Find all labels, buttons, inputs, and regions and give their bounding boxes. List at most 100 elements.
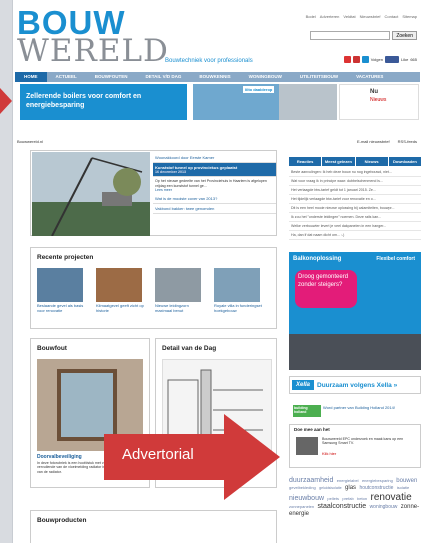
list-item[interactable]: Welke verbouwter levert je veel dakpanel… bbox=[289, 222, 421, 231]
partner-block[interactable]: building holland Word partner van Buildi… bbox=[289, 404, 421, 422]
comment-list: Beste aanvulingen: Ik heb deze bouw nu n… bbox=[289, 168, 421, 240]
featured-list: Woonakkoord door Eerste Kamer Kunststof … bbox=[153, 153, 276, 215]
nav-bouwfouten[interactable]: BOUWFOUTEN bbox=[86, 72, 137, 82]
featured-item[interactable]: Wat is de mooiste cover van 2013? bbox=[153, 194, 276, 205]
tag[interactable]: pellets bbox=[327, 496, 339, 501]
promo-block: Doe mee aan het Bouwwereld EPC onderzoek… bbox=[289, 424, 421, 468]
bouwproducten-title: Bouwproducten bbox=[37, 517, 87, 524]
banner-remeha[interactable]: lilto daalderop bbox=[193, 84, 279, 120]
partner-text: Word partner van Building Holland 2014! bbox=[323, 405, 395, 410]
nav-woningbouw[interactable]: WONINGBOUW bbox=[240, 72, 291, 82]
top-link[interactable]: Adverteren bbox=[320, 14, 340, 19]
tag[interactable]: bouwen bbox=[396, 478, 417, 484]
tv-image bbox=[296, 437, 318, 455]
tag-cloud: duurzaamheid energielabel energiebespari… bbox=[289, 477, 421, 518]
list-item[interactable]: Het verlaagde btw-tarief geldt tot 1 jan… bbox=[289, 186, 421, 195]
banner-hardware-sub: Nieuws bbox=[370, 97, 387, 103]
tag[interactable]: zonnepanelen bbox=[289, 504, 314, 510]
nav-bouwkennis[interactable]: BOUWKENNIS bbox=[190, 72, 239, 82]
crane-photo bbox=[32, 152, 150, 236]
nav-home[interactable]: HOME bbox=[15, 72, 47, 82]
featured-item-title: Vakbond bakker: twee genomden bbox=[155, 206, 215, 212]
newsletter-link[interactable]: E-mail nieuwsbrief bbox=[357, 139, 390, 144]
volgen-label[interactable]: Volgen bbox=[371, 57, 383, 62]
rss-link[interactable]: RSS-feeds bbox=[398, 139, 417, 144]
list-item[interactable]: Beste aanvulingen: Ik heb deze bouw nu n… bbox=[289, 168, 421, 177]
tag[interactable]: staalconstructie bbox=[318, 503, 367, 510]
top-link[interactable]: Veldtat bbox=[343, 14, 355, 19]
featured-item-active[interactable]: Kunststof tunnel op provinciekus geplaat… bbox=[153, 163, 276, 178]
featured-item[interactable]: Woonakkoord door Eerste Kamer bbox=[153, 153, 276, 163]
top-link[interactable]: Contact bbox=[385, 14, 399, 19]
feed-links: E-mail nieuwsbrief RSS-feeds bbox=[357, 139, 417, 144]
xella-text: Duurzaam volgens Xella » bbox=[317, 381, 398, 389]
featured-read-more[interactable]: Lees meer bbox=[155, 188, 274, 192]
nav-utiliteitsbouw[interactable]: UTILITEITSBOUW bbox=[291, 72, 347, 82]
tab-reacties[interactable]: Reacties bbox=[289, 157, 322, 166]
logo-wereld[interactable]: WERELD bbox=[17, 36, 169, 67]
arrow-left-icon bbox=[0, 88, 12, 114]
banner-boiler-image[interactable] bbox=[279, 84, 337, 120]
featured-item-body: Op het nieuwe gedeelte van het Provincie… bbox=[153, 177, 276, 194]
twitter-icon[interactable] bbox=[361, 56, 369, 63]
tag[interactable]: geluidsisolatie bbox=[319, 486, 342, 490]
tag[interactable]: nieuwbouw bbox=[289, 495, 324, 502]
banner-boilers[interactable]: Zellerende boilers voor comfort en energ… bbox=[20, 84, 187, 120]
tab-nieuws[interactable]: Nieuws bbox=[355, 157, 388, 166]
tab-meest-gelezen[interactable]: Meest gelezen bbox=[322, 157, 355, 166]
project-card[interactable]: Beslaande gevel als basis voor renovatie bbox=[37, 268, 89, 314]
project-image bbox=[37, 268, 83, 302]
list-item[interactable]: Ik zou het "onderste leidingen" noemen. … bbox=[289, 213, 421, 222]
nav-actueel[interactable]: ACTUEEL bbox=[47, 72, 86, 82]
tag[interactable]: isolatie bbox=[397, 485, 409, 490]
tag[interactable]: energiebesparing bbox=[362, 478, 393, 483]
breadcrumb[interactable]: Bouwwereld.nl bbox=[17, 139, 43, 144]
project-card[interactable]: Royale villa in funderingset hoekgebouw bbox=[214, 268, 266, 314]
featured-item-title: Wat is de mooiste cover van 2013? bbox=[155, 196, 218, 202]
nav-vacatures[interactable]: VACATURES bbox=[347, 72, 392, 82]
recent-projects-title: Recente projecten bbox=[37, 254, 94, 261]
bouwfout-title: Bouwfout bbox=[37, 345, 67, 352]
search-input[interactable] bbox=[310, 31, 391, 40]
main-nav: HOME ACTUEEL BOUWFOUTEN DETAIL V/D DAG B… bbox=[15, 72, 420, 82]
featured-image[interactable] bbox=[32, 152, 150, 236]
like-label[interactable]: Like bbox=[401, 57, 408, 62]
ad-xella[interactable]: Xella Duurzaam volgens Xella » bbox=[289, 376, 421, 394]
nav-detail[interactable]: DETAIL V/D DAG bbox=[137, 72, 191, 82]
project-title: Beslaande gevel als basis voor renovatie bbox=[37, 303, 84, 313]
ad-bubble: Droog gemonteerd zonder steigers? bbox=[295, 270, 357, 308]
project-card[interactable]: Klimaatgevel geeft zicht op historie bbox=[96, 268, 148, 314]
top-link[interactable]: Bodel bbox=[306, 14, 316, 19]
project-card[interactable]: Nieuwe leidingzorn maximaal benut bbox=[155, 268, 207, 314]
tag[interactable]: energielabel bbox=[337, 478, 359, 483]
tag[interactable]: beton bbox=[357, 496, 367, 501]
bouwfout-item-title[interactable]: Doorvalbeveiliging bbox=[37, 454, 82, 460]
tag[interactable]: duurzaamheid bbox=[289, 477, 333, 484]
list-item[interactable]: Dit is een heel mooie nieuwe oplossing b… bbox=[289, 204, 421, 213]
googleplus-icon[interactable] bbox=[352, 56, 360, 63]
youtube-icon[interactable] bbox=[343, 56, 351, 63]
tag[interactable]: prefab bbox=[342, 496, 353, 501]
promo-body: Bouwwereld EPC onderzoek en maak kans op… bbox=[322, 437, 404, 446]
promo-link[interactable]: Klik hier bbox=[322, 451, 336, 456]
top-link[interactable]: Nieuwsbrief bbox=[360, 14, 381, 19]
list-item[interactable]: Wat voor vraag ik in principe waar: dubb… bbox=[289, 177, 421, 186]
tab-downloaden[interactable]: Downloaden bbox=[388, 157, 421, 166]
top-link[interactable]: Sitemap bbox=[402, 14, 417, 19]
tag[interactable]: glas bbox=[345, 485, 356, 491]
recent-projects: Recente projecten Beslaande gevel als ba… bbox=[30, 247, 277, 329]
tag[interactable]: renovatie bbox=[371, 492, 412, 503]
ad-balkon[interactable]: Balkonoplossing Flexibel comfort Droog g… bbox=[289, 252, 421, 370]
list-item[interactable]: Het tijdelijk verlaagde btw-tarief voor … bbox=[289, 195, 421, 204]
search-button[interactable]: Zoeken bbox=[392, 31, 417, 40]
search-bar: Zoeken bbox=[310, 31, 417, 40]
project-image bbox=[96, 268, 142, 302]
tag[interactable]: gevelbekleding bbox=[289, 485, 316, 490]
xella-logo: Xella bbox=[292, 380, 315, 390]
banner-hardware[interactable]: Nu Nieuws bbox=[339, 84, 419, 120]
tag[interactable]: houtconstructie bbox=[359, 485, 393, 491]
list-item[interactable]: Ha, dan lf dat naam dicht om... :-) bbox=[289, 231, 421, 240]
featured-item[interactable]: Vakbond bakker: twee genomden bbox=[153, 204, 276, 215]
facebook-like-button[interactable] bbox=[384, 56, 399, 63]
tag[interactable]: woningbouw bbox=[370, 504, 398, 511]
